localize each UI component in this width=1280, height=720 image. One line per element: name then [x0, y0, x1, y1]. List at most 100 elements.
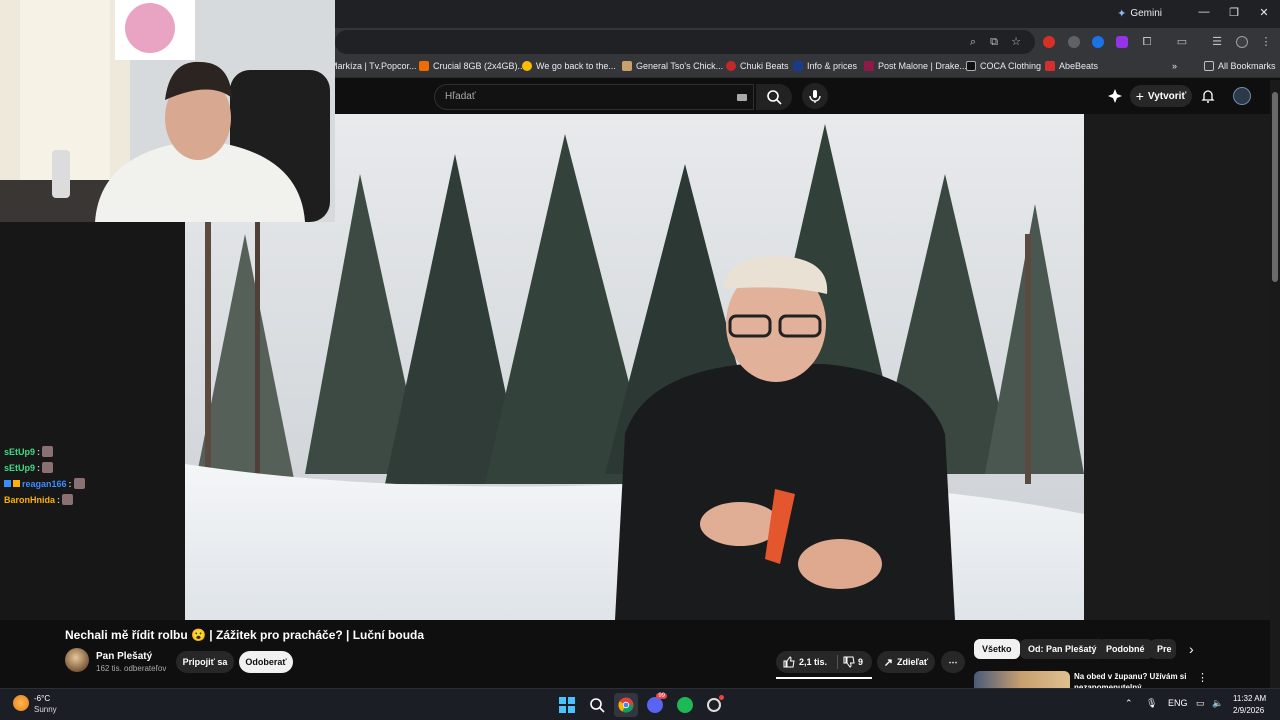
- bookmark-favicon-icon: [726, 61, 736, 71]
- thumbs-down-icon: [843, 656, 855, 668]
- bookmark-item[interactable]: Chuki Beats: [726, 61, 789, 71]
- subscribe-button[interactable]: Odoberať: [239, 651, 293, 673]
- search-button[interactable]: [756, 84, 792, 110]
- bookmarks-overflow-icon[interactable]: »: [1172, 61, 1177, 71]
- minimize-icon[interactable]: —: [1194, 6, 1214, 18]
- video-side-panel: [1084, 114, 1270, 620]
- thumbs-up-icon: [783, 656, 795, 668]
- chevron-right-icon[interactable]: ›: [1189, 641, 1194, 657]
- clock-time[interactable]: 11:32 AM: [1233, 694, 1266, 703]
- cast-icon[interactable]: ▭: [1175, 35, 1189, 49]
- sparkle-icon[interactable]: [1108, 89, 1122, 103]
- extension-icon[interactable]: [1043, 36, 1055, 48]
- bookmark-star-icon[interactable]: ☆: [1009, 35, 1023, 49]
- like-dislike-group: 2,1 tis. 9: [776, 651, 872, 673]
- bookmark-item[interactable]: General Tso's Chick...: [622, 61, 723, 71]
- keyboard-icon[interactable]: [737, 94, 747, 101]
- discord-icon: [647, 697, 663, 713]
- menu-dots-icon[interactable]: ⋮: [1259, 35, 1273, 49]
- create-button[interactable]: + Vytvoriť: [1130, 85, 1192, 107]
- discord-taskbar-button[interactable]: 99: [643, 693, 667, 717]
- reading-list-icon[interactable]: ☰: [1210, 35, 1224, 49]
- bookmark-favicon-icon: [793, 61, 803, 71]
- recommendation-thumbnail[interactable]: [974, 671, 1070, 689]
- extensions-puzzle-icon[interactable]: ⧠: [1140, 35, 1154, 49]
- bookmark-item[interactable]: We go back to the...: [522, 61, 616, 71]
- stream-chat: sEtUp9: sEtUp9: reagan166: BaronHnida:: [0, 222, 185, 620]
- chrome-taskbar-button[interactable]: [614, 693, 638, 717]
- chat-message: sEtUp9:: [4, 462, 54, 473]
- chat-username: sEtUp9: [4, 446, 36, 457]
- extension-icon[interactable]: [1092, 36, 1104, 48]
- search-input[interactable]: Hľadať: [434, 84, 754, 110]
- chip-truncated[interactable]: Pre: [1150, 639, 1176, 659]
- join-button[interactable]: Pripojiť sa: [176, 651, 234, 673]
- like-button[interactable]: 2,1 tis.: [776, 651, 836, 673]
- windows-taskbar: -6°C Sunny 99 ⌃ 🎙 ENG ▭ 🔈 11:32 AM 2/9/2…: [0, 688, 1280, 720]
- weather-condition[interactable]: Sunny: [34, 705, 57, 714]
- clock-date[interactable]: 2/9/2026: [1233, 706, 1264, 715]
- emote-icon: [42, 462, 54, 473]
- notifications-bell-icon[interactable]: [1201, 89, 1215, 103]
- channel-name[interactable]: Pan Plešatý: [96, 651, 152, 662]
- gemini-label: Gemini: [1130, 8, 1162, 19]
- spotify-taskbar-button[interactable]: [673, 693, 697, 717]
- voice-search-button[interactable]: [802, 83, 828, 109]
- plus-icon: +: [1135, 88, 1144, 104]
- share-button[interactable]: ↗ Zdieľať: [877, 651, 935, 673]
- bookmark-item[interactable]: AbeBeats: [1045, 61, 1098, 71]
- chip-related[interactable]: Podobné: [1098, 639, 1153, 659]
- all-bookmarks[interactable]: All Bookmarks: [1204, 61, 1276, 71]
- account-avatar[interactable]: [1233, 87, 1251, 105]
- bookmark-item[interactable]: Post Malone | Drake...: [864, 61, 967, 71]
- channel-avatar[interactable]: [65, 648, 89, 672]
- bookmark-item[interactable]: Crucial 8GB (2x4GB)...: [419, 61, 525, 71]
- extension-icon[interactable]: [1116, 36, 1128, 48]
- weather-sun-icon[interactable]: [13, 695, 29, 711]
- gemini-button[interactable]: ✦ Gemini: [1117, 7, 1162, 20]
- emote-icon: [42, 446, 54, 457]
- bookmark-item[interactable]: Info & prices: [793, 61, 857, 71]
- start-button[interactable]: [555, 693, 579, 717]
- zoom-icon[interactable]: ⌕: [966, 35, 980, 49]
- restore-icon[interactable]: ❐: [1224, 6, 1244, 19]
- gemini-icon: ✦: [1117, 8, 1127, 20]
- chip-from-channel[interactable]: Od: Pan Plešatý: [1020, 639, 1105, 659]
- input-language[interactable]: ENG: [1168, 698, 1188, 708]
- search-placeholder: Hľadať: [445, 91, 476, 102]
- chrome-icon: [618, 697, 634, 713]
- recommendation-menu-icon[interactable]: ⋮: [1197, 671, 1208, 684]
- bookmark-favicon-icon: [864, 61, 874, 71]
- emote-icon: [73, 478, 85, 489]
- tray-overflow-icon[interactable]: ⌃: [1125, 698, 1133, 709]
- taskbar-search-button[interactable]: [585, 693, 609, 717]
- app-icon: [707, 698, 721, 712]
- close-icon[interactable]: ✕: [1254, 6, 1274, 19]
- like-count: 2,1 tis.: [799, 657, 828, 667]
- create-label: Vytvoriť: [1147, 90, 1187, 102]
- dislike-count: 9: [858, 657, 864, 667]
- extension-icon[interactable]: [1068, 36, 1080, 48]
- weather-temperature[interactable]: -6°C: [34, 694, 50, 703]
- chip-all[interactable]: Všetko: [974, 639, 1020, 659]
- page-scrollbar[interactable]: [1270, 80, 1280, 690]
- recommendation-title[interactable]: Na obed v županu? Užívám si nezapomenute…: [1074, 671, 1194, 688]
- google-icon: [522, 61, 532, 71]
- app-taskbar-button[interactable]: [702, 693, 726, 717]
- profile-avatar[interactable]: [1236, 36, 1248, 48]
- install-icon[interactable]: ⧉: [987, 35, 1001, 49]
- volume-icon[interactable]: 🔈: [1212, 698, 1223, 709]
- chat-username: reagan166: [22, 478, 67, 489]
- address-bar[interactable]: [335, 30, 1035, 54]
- badge-icon: [13, 480, 20, 487]
- tray-mic-icon[interactable]: 🎙: [1146, 698, 1157, 709]
- network-icon[interactable]: ▭: [1196, 698, 1205, 709]
- share-label: Zdieľať: [896, 657, 929, 667]
- badge-icon: [4, 480, 11, 487]
- bookmark-item[interactable]: Markíza | Tv.Popcor...: [330, 61, 417, 71]
- search-icon: [767, 90, 782, 105]
- bookmark-item[interactable]: COCA Clothing: [966, 61, 1041, 71]
- scrollbar-thumb[interactable]: [1272, 92, 1278, 282]
- dislike-button[interactable]: 9: [838, 651, 872, 673]
- more-actions-button[interactable]: ⋯: [941, 651, 965, 673]
